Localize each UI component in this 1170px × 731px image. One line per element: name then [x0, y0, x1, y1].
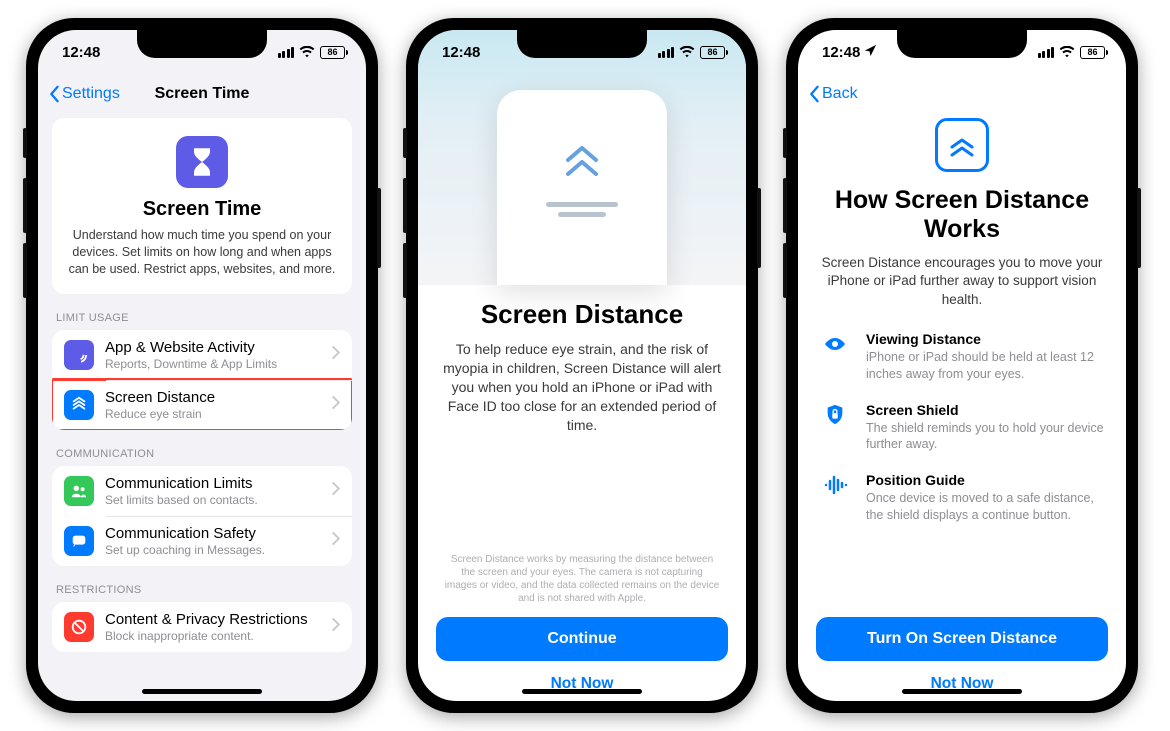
onboarding-fineprint: Screen Distance works by measuring the d… [440, 553, 724, 617]
notch [137, 30, 267, 58]
feature-screen-shield: Screen Shield The shield reminds you to h… [820, 402, 1104, 453]
nav-title: Screen Time [155, 85, 250, 103]
row-comm-safety[interactable]: Communication SafetySet up coaching in M… [52, 516, 352, 566]
row-subtitle: Reports, Downtime & App Limits [105, 357, 321, 371]
waveform-icon [820, 472, 850, 523]
row-title: Content & Privacy Restrictions [105, 611, 321, 628]
feature-viewing-distance: Viewing Distance iPhone or iPad should be… [820, 331, 1104, 382]
feature-title: Position Guide [866, 472, 1104, 488]
cellular-icon [1038, 47, 1055, 58]
list-usage: App & Website ActivityReports, Downtime … [52, 330, 352, 430]
feature-list: Viewing Distance iPhone or iPad should be… [798, 309, 1126, 617]
row-content-privacy[interactable]: Content & Privacy RestrictionsBlock inap… [52, 602, 352, 652]
row-title: App & Website Activity [105, 339, 321, 356]
not-now-button[interactable]: Not Now [798, 661, 1126, 701]
wifi-icon [679, 46, 695, 58]
chevron-right-icon [332, 346, 340, 364]
row-screen-distance[interactable]: Screen DistanceReduce eye strain [52, 380, 352, 430]
section-header-usage: LIMIT USAGE [56, 312, 348, 324]
section-header-restrictions: RESTRICTIONS [56, 584, 348, 596]
home-indicator[interactable] [902, 689, 1022, 694]
phone-frame-2: 12:48 86 Screen Distance To help reduce … [406, 18, 758, 713]
row-subtitle: Block inappropriate content. [105, 629, 321, 643]
onboarding-title: Screen Distance [440, 299, 724, 330]
eye-icon [820, 331, 850, 382]
hero-card: Screen Time Understand how much time you… [52, 118, 352, 294]
chevron-left-icon [808, 85, 820, 103]
distance-icon [64, 390, 94, 420]
hero-description: Understand how much time you spend on yo… [66, 227, 338, 278]
back-label: Settings [62, 85, 120, 103]
row-title: Screen Distance [105, 389, 321, 406]
feature-position-guide: Position Guide Once device is moved to a … [820, 472, 1104, 523]
row-comm-limits[interactable]: Communication LimitsSet limits based on … [52, 466, 352, 516]
row-subtitle: Set limits based on contacts. [105, 493, 321, 507]
battery-icon: 86 [320, 46, 348, 59]
status-time: 12:48 [62, 44, 100, 61]
message-shield-icon [64, 526, 94, 556]
notch [517, 30, 647, 58]
wifi-icon [1059, 46, 1075, 58]
row-subtitle: Reduce eye strain [105, 407, 321, 421]
notch [897, 30, 1027, 58]
phone-frame-3: 12:48 86 Back How Screen Distance Works … [786, 18, 1138, 713]
battery-icon: 86 [700, 46, 728, 59]
home-indicator[interactable] [142, 689, 262, 694]
battery-icon: 86 [1080, 46, 1108, 59]
chevron-left-icon [48, 85, 60, 103]
list-restrictions: Content & Privacy RestrictionsBlock inap… [52, 602, 352, 652]
continue-button[interactable]: Continue [436, 617, 728, 661]
nav-bar: Back [798, 74, 1126, 114]
hero-title: Screen Time [66, 198, 338, 221]
cellular-icon [278, 47, 295, 58]
activity-icon [64, 340, 94, 370]
shield-icon [820, 402, 850, 453]
nav-bar: Settings Screen Time [38, 74, 366, 114]
chevron-right-icon [332, 482, 340, 500]
onboarding-description: To help reduce eye strain, and the risk … [440, 340, 724, 434]
row-subtitle: Set up coaching in Messages. [105, 543, 321, 557]
phone-frame-1: 12:48 86 Settings Screen Time Screen Tim… [26, 18, 378, 713]
chevrons-up-icon [560, 142, 604, 187]
chevron-right-icon [332, 396, 340, 414]
turn-on-button[interactable]: Turn On Screen Distance [816, 617, 1108, 661]
row-app-activity[interactable]: App & Website ActivityReports, Downtime … [52, 330, 352, 380]
back-label: Back [822, 85, 858, 103]
hourglass-icon [176, 136, 228, 188]
feature-title: Screen Shield [866, 402, 1104, 418]
feature-description: The shield reminds you to hold your devi… [866, 420, 1104, 453]
back-button[interactable]: Back [808, 85, 858, 103]
chevron-right-icon [332, 532, 340, 550]
location-icon [864, 44, 877, 61]
wifi-icon [299, 46, 315, 58]
feature-description: iPhone or iPad should be held at least 1… [866, 349, 1104, 382]
section-header-communication: COMMUNICATION [56, 448, 348, 460]
screen-distance-icon [935, 118, 989, 172]
chevron-right-icon [332, 618, 340, 636]
feature-title: Viewing Distance [866, 331, 1104, 347]
illustration: 12:48 86 [418, 30, 746, 285]
row-title: Communication Limits [105, 475, 321, 492]
row-title: Communication Safety [105, 525, 321, 542]
home-indicator[interactable] [522, 689, 642, 694]
block-icon [64, 612, 94, 642]
page-description: Screen Distance encourages you to move y… [818, 254, 1106, 310]
contacts-icon [64, 476, 94, 506]
status-time: 12:48 [442, 44, 480, 61]
list-communication: Communication LimitsSet limits based on … [52, 466, 352, 566]
status-time: 12:48 [822, 44, 860, 61]
page-title: How Screen Distance Works [818, 186, 1106, 244]
not-now-button[interactable]: Not Now [418, 661, 746, 701]
cellular-icon [658, 47, 675, 58]
illustration-device [497, 90, 667, 285]
back-button[interactable]: Settings [48, 85, 120, 103]
feature-description: Once device is moved to a safe distance,… [866, 490, 1104, 523]
